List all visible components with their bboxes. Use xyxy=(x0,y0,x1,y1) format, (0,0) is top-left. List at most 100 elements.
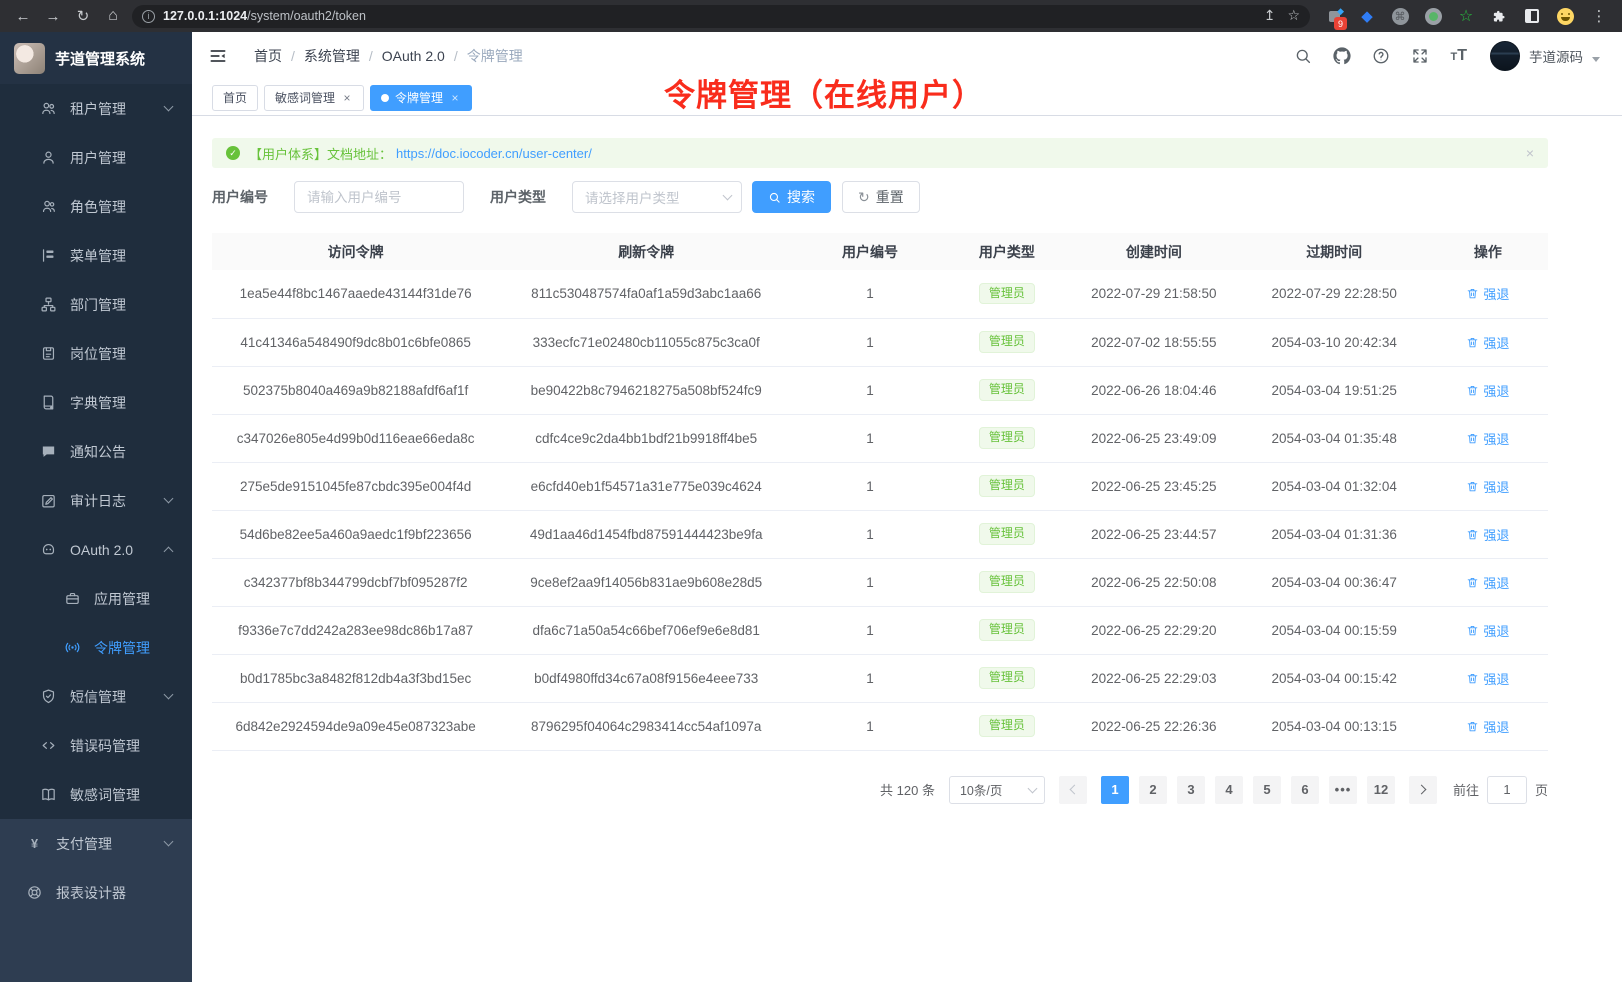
force-logout-button[interactable]: 强退 xyxy=(1466,621,1509,640)
sidebar-item[interactable]: 短信管理 xyxy=(0,672,192,721)
sidebar-item[interactable]: 角色管理 xyxy=(0,182,192,231)
sidebar-item[interactable]: 用户管理 xyxy=(0,133,192,182)
github-icon[interactable] xyxy=(1333,47,1351,65)
browser-menu-icon[interactable] xyxy=(1586,3,1612,29)
side-panel-icon[interactable] xyxy=(1520,4,1544,28)
sidebar-item[interactable]: 应用管理 xyxy=(0,574,192,623)
site-info-icon[interactable] xyxy=(142,10,155,23)
user-id-label: 用户编号 xyxy=(212,187,268,207)
sidebar-item[interactable]: 令牌管理 xyxy=(0,623,192,672)
home-icon[interactable] xyxy=(100,3,126,29)
force-logout-button[interactable]: 强退 xyxy=(1466,477,1509,496)
force-logout-button[interactable]: 强退 xyxy=(1466,284,1509,303)
reload-icon[interactable] xyxy=(70,3,96,29)
browser-nav xyxy=(10,3,126,29)
sidebar-item-label: 岗位管理 xyxy=(70,344,126,364)
prev-page-button[interactable] xyxy=(1059,776,1087,804)
user-type-select[interactable]: 请选择用户类型 xyxy=(572,181,742,213)
page-size-select[interactable]: 10条/页 xyxy=(949,776,1045,804)
cell-actions: 强退 xyxy=(1428,366,1548,414)
breadcrumb-link[interactable]: OAuth 2.0 xyxy=(382,48,445,64)
user-menu[interactable]: 芋道源码 xyxy=(1490,41,1600,71)
caret-down-icon xyxy=(1592,57,1600,62)
page-tab[interactable]: 令牌管理 xyxy=(370,85,472,111)
trash-icon xyxy=(1466,624,1479,637)
sidebar-item[interactable]: 字典管理 xyxy=(0,378,192,427)
user-id-input[interactable] xyxy=(294,181,464,213)
page-button[interactable]: 5 xyxy=(1253,776,1281,804)
address-bar[interactable]: 127.0.0.1:1024/system/oauth2/token xyxy=(132,5,1310,28)
extension-gem-icon[interactable] xyxy=(1355,4,1379,28)
page-button[interactable]: ••• xyxy=(1329,776,1357,804)
back-icon[interactable] xyxy=(10,3,36,29)
page-button[interactable]: 1 xyxy=(1101,776,1129,804)
force-logout-button[interactable]: 强退 xyxy=(1466,573,1509,592)
sidebar-item[interactable]: 报表设计器 xyxy=(0,868,192,917)
search-icon[interactable] xyxy=(1294,47,1312,65)
sidebar-item[interactable]: 岗位管理 xyxy=(0,329,192,378)
chevron-down-icon xyxy=(723,191,733,201)
sidebar-item[interactable]: 错误码管理 xyxy=(0,721,192,770)
cell-access-token: 275e5de9151045fe87cbdc395e004f4d xyxy=(212,462,499,510)
breadcrumb-separator: / xyxy=(454,48,458,64)
sidebar-item[interactable]: OAuth 2.0 xyxy=(0,525,192,574)
sidebar-item[interactable]: 通知公告 xyxy=(0,427,192,476)
force-logout-button[interactable]: 强退 xyxy=(1466,429,1509,448)
breadcrumb-link[interactable]: 令牌管理 xyxy=(467,46,523,66)
cell-created-at: 2022-07-29 21:58:50 xyxy=(1067,270,1241,318)
fullscreen-icon[interactable] xyxy=(1411,47,1429,65)
extensions-tray: 9 xyxy=(1322,3,1612,29)
sidebar-item[interactable]: 租户管理 xyxy=(0,84,192,133)
chevron-icon xyxy=(164,547,174,557)
help-icon[interactable] xyxy=(1372,47,1390,65)
bookmark-star-icon[interactable] xyxy=(1287,7,1300,25)
force-logout-button[interactable]: 强退 xyxy=(1466,525,1509,544)
page-button[interactable]: 4 xyxy=(1215,776,1243,804)
alert-close-icon[interactable] xyxy=(1526,145,1534,161)
force-logout-button[interactable]: 强退 xyxy=(1466,717,1509,736)
force-logout-button[interactable]: 强退 xyxy=(1466,333,1509,352)
page-tab[interactable]: 敏感词管理 xyxy=(264,85,364,111)
sidebar-item[interactable]: 菜单管理 xyxy=(0,231,192,280)
cell-user-id: 1 xyxy=(793,510,947,558)
annotation-title: 令牌管理（在线用户） xyxy=(664,70,984,115)
extension-command-icon[interactable] xyxy=(1388,4,1412,28)
extension-star-icon[interactable] xyxy=(1454,4,1478,28)
font-size-icon[interactable]: TT xyxy=(1450,47,1467,65)
check-circle-icon xyxy=(226,146,240,160)
sidebar-item[interactable]: 支付管理 xyxy=(0,819,192,868)
extensions-puzzle-icon[interactable] xyxy=(1487,4,1511,28)
total-count: 共 120 条 xyxy=(880,780,935,799)
extension-record-icon[interactable] xyxy=(1421,4,1445,28)
close-icon[interactable] xyxy=(341,92,353,104)
close-icon[interactable] xyxy=(449,92,461,104)
collapse-sidebar-icon[interactable] xyxy=(208,46,228,66)
breadcrumb-link[interactable]: 系统管理 xyxy=(304,46,360,66)
share-icon[interactable] xyxy=(1264,7,1276,25)
page-tab[interactable]: 首页 xyxy=(212,85,258,111)
cell-access-token: 54d6be82ee5a460a9aedc1f9bf223656 xyxy=(212,510,499,558)
extension-tabs-icon[interactable]: 9 xyxy=(1322,4,1346,28)
force-logout-button[interactable]: 强退 xyxy=(1466,381,1509,400)
doc-link[interactable]: https://doc.iocoder.cn/user-center/ xyxy=(396,146,592,161)
page-button[interactable]: 3 xyxy=(1177,776,1205,804)
cell-expires-at: 2054-03-04 01:35:48 xyxy=(1241,414,1428,462)
table-row: 54d6be82ee5a460a9aedc1f9bf223656 49d1aa4… xyxy=(212,510,1548,558)
page-button[interactable]: 2 xyxy=(1139,776,1167,804)
breadcrumb-link[interactable]: 首页 xyxy=(254,46,282,66)
sidebar-item[interactable]: 敏感词管理 xyxy=(0,770,192,819)
sidebar-item[interactable]: 审计日志 xyxy=(0,476,192,525)
force-logout-button[interactable]: 强退 xyxy=(1466,669,1509,688)
user-type-tag: 管理员 xyxy=(979,427,1035,448)
profile-avatar-icon[interactable] xyxy=(1553,4,1577,28)
forward-icon[interactable] xyxy=(40,3,66,29)
tab-label: 敏感词管理 xyxy=(275,89,335,106)
page-button[interactable]: 6 xyxy=(1291,776,1319,804)
sidebar-item[interactable]: 部门管理 xyxy=(0,280,192,329)
goto-page-input[interactable] xyxy=(1487,776,1527,804)
next-page-button[interactable] xyxy=(1409,776,1437,804)
select-placeholder: 请选择用户类型 xyxy=(585,187,680,207)
search-button[interactable]: 搜索 xyxy=(752,181,831,213)
page-button[interactable]: 12 xyxy=(1367,776,1395,804)
reset-button[interactable]: 重置 xyxy=(842,181,920,213)
